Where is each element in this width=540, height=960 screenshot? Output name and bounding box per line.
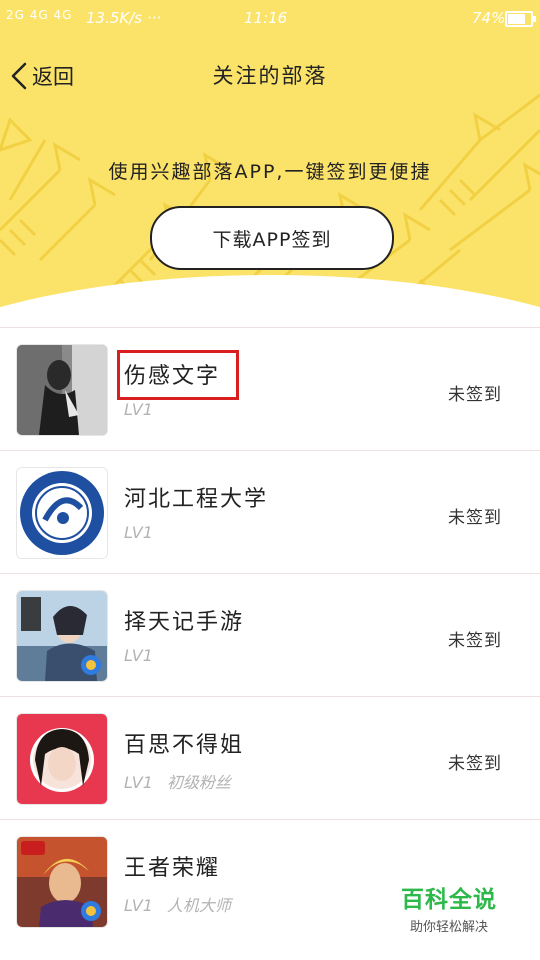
list-item[interactable]: 择天记手游 LV1 未签到	[0, 573, 540, 696]
highlight-box	[117, 350, 239, 400]
tribe-list: 伤感文字 LV1 未签到 河北工程大学 LV1 未签到 择天记手游 LV1 未签…	[0, 327, 540, 942]
chevron-left-icon	[11, 62, 27, 90]
tribe-avatar	[16, 467, 108, 559]
back-button[interactable]: 返回	[10, 52, 74, 100]
promo-text: 使用兴趣部落APP,一键签到更便捷	[108, 161, 432, 183]
tribe-avatar	[16, 590, 108, 682]
page-title: 关注的部落	[212, 64, 328, 88]
tribe-rank: 人机大师	[166, 896, 231, 915]
tribe-level: LV1	[124, 896, 153, 915]
tribe-meta: LV1	[124, 523, 167, 542]
battery-percent: 74%	[472, 9, 506, 27]
back-label: 返回	[32, 65, 74, 89]
hero-game-avatar	[17, 837, 107, 927]
tribe-avatar	[16, 344, 108, 436]
tribe-level: LV1	[124, 646, 153, 665]
tribe-level: LV1	[124, 523, 153, 542]
list-item[interactable]: 伤感文字 LV1 未签到	[0, 327, 540, 450]
nav-bar: 关注的部落 返回	[0, 52, 540, 100]
cartoon-girl-avatar	[17, 714, 107, 804]
checkin-status[interactable]: 未签到	[448, 380, 502, 405]
tribe-meta: LV1 初级粉丝	[124, 769, 231, 793]
game-poster-image	[17, 591, 107, 681]
tribe-name: 河北工程大学	[124, 487, 269, 512]
signal-indicator: 2G 4G 4G	[6, 8, 73, 22]
tribe-name: 择天记手游	[124, 610, 245, 635]
status-bar: 2G 4G 4G 13.5K/s ··· 11:16 74%	[0, 0, 540, 36]
checkin-status[interactable]: 未签到	[448, 626, 502, 651]
tribe-rank: 初级粉丝	[166, 773, 231, 792]
tribe-name: 王者荣耀	[124, 856, 221, 881]
watermark: 百科全说 助你轻松解决	[384, 880, 514, 935]
battery-icon	[505, 11, 536, 27]
tribe-avatar	[16, 836, 108, 928]
list-item[interactable]: 百思不得姐 LV1 初级粉丝 未签到	[0, 696, 540, 819]
tribe-meta: LV1	[124, 646, 167, 665]
university-logo	[17, 468, 107, 558]
network-speed: 13.5K/s ···	[86, 9, 162, 27]
clock: 11:16	[244, 9, 288, 27]
tribe-avatar	[16, 713, 108, 805]
sad-girl-photo	[17, 345, 107, 435]
watermark-title: 百科全说	[401, 887, 497, 913]
watermark-subtitle: 助你轻松解决	[409, 920, 488, 935]
tribe-level: LV1	[124, 773, 153, 792]
checkin-status[interactable]: 未签到	[448, 503, 502, 528]
download-app-checkin-button[interactable]: 下载APP签到	[150, 206, 394, 270]
tribe-meta: LV1	[124, 400, 167, 419]
list-item[interactable]: 河北工程大学 LV1 未签到	[0, 450, 540, 573]
tribe-meta: LV1 人机大师	[124, 892, 231, 916]
tribe-name: 百思不得姐	[124, 733, 245, 758]
tribe-level: LV1	[124, 400, 153, 419]
checkin-status[interactable]: 未签到	[448, 749, 502, 774]
